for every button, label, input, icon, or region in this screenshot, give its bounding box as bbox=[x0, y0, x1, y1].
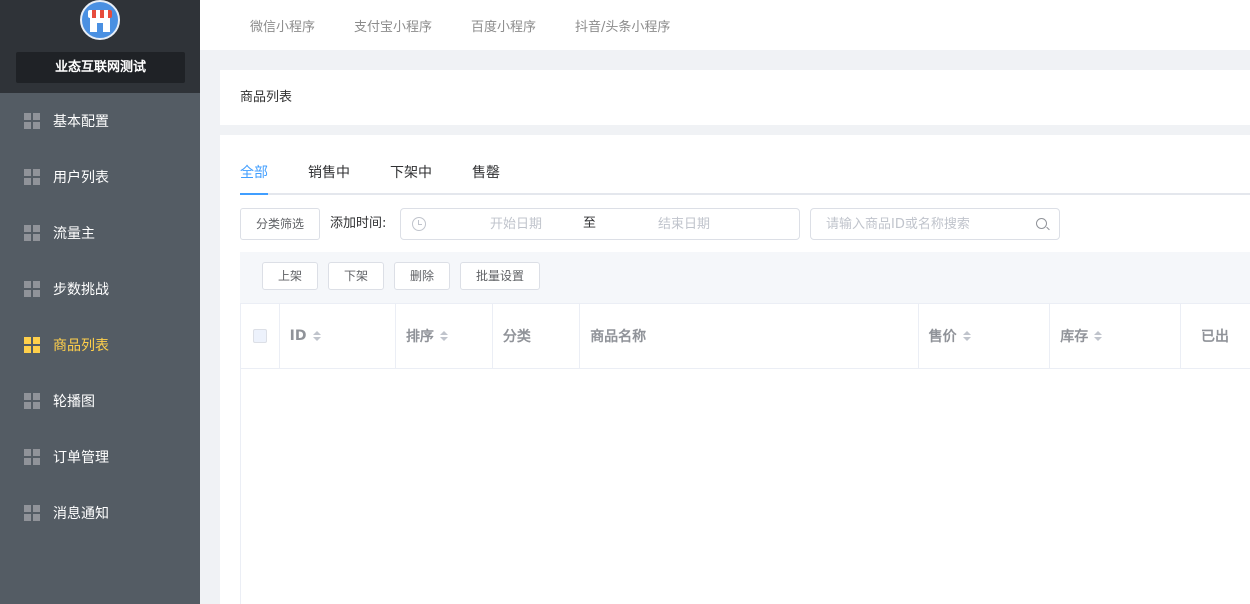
date-range-picker[interactable]: 至 bbox=[400, 208, 800, 240]
product-list-panel: 全部 销售中 下架中 售罄 分类筛选 添加时间: 至 上架 下架 删除 批量设置 bbox=[220, 135, 1250, 604]
grid-icon bbox=[24, 505, 40, 521]
product-table: ID 排序 分类 商品名称 售价 库存 已出 bbox=[240, 303, 1250, 604]
sidebar-item-label: 步数挑战 bbox=[53, 282, 109, 298]
tab-sold-out[interactable]: 售罄 bbox=[472, 153, 500, 193]
tab-all[interactable]: 全部 bbox=[240, 153, 268, 195]
sidebar-item-label: 轮播图 bbox=[53, 394, 95, 410]
sidebar-item-label: 基本配置 bbox=[53, 114, 109, 130]
sidebar-item-label: 订单管理 bbox=[53, 450, 109, 466]
column-header-category: 分类 bbox=[493, 304, 581, 368]
tab-off-shelf[interactable]: 下架中 bbox=[390, 153, 432, 193]
sidebar-header: 业态互联网测试 bbox=[0, 0, 200, 93]
sort-icon[interactable] bbox=[962, 331, 971, 341]
sidebar-item-label: 商品列表 bbox=[53, 338, 109, 354]
clock-icon bbox=[412, 217, 426, 231]
column-label: ID bbox=[289, 328, 307, 344]
column-header-sold: 已出 bbox=[1181, 304, 1250, 368]
category-filter-button[interactable]: 分类筛选 bbox=[240, 208, 320, 240]
add-time-label: 添加时间: bbox=[330, 216, 387, 231]
tab-douyin-miniprogram[interactable]: 抖音/头条小程序 bbox=[575, 16, 670, 35]
column-label: 已出 bbox=[1201, 329, 1230, 345]
sidebar-item-label: 消息通知 bbox=[53, 506, 109, 522]
search-box bbox=[810, 208, 1060, 240]
sidebar-item-label: 用户列表 bbox=[53, 170, 109, 186]
sidebar-item-product-list[interactable]: 商品列表 bbox=[0, 317, 200, 373]
column-header-stock[interactable]: 库存 bbox=[1050, 304, 1182, 368]
store-logo-icon bbox=[80, 0, 120, 40]
sidebar-item-basic-config[interactable]: 基本配置 bbox=[0, 93, 200, 149]
column-label: 售价 bbox=[928, 329, 957, 345]
sidebar-item-step-challenge[interactable]: 步数挑战 bbox=[0, 261, 200, 317]
batch-action-bar: 上架 下架 删除 批量设置 bbox=[240, 252, 1250, 303]
platform-tabs: 微信小程序 支付宝小程序 百度小程序 抖音/头条小程序 bbox=[200, 0, 1250, 50]
page-title: 商品列表 bbox=[240, 90, 293, 105]
column-label: 排序 bbox=[405, 329, 434, 345]
sidebar-item-user-list[interactable]: 用户列表 bbox=[0, 149, 200, 205]
sidebar: 业态互联网测试 基本配置 用户列表 流量主 步数挑战 商品列表 轮播图 订单管理… bbox=[0, 0, 200, 604]
column-header-sort-order[interactable]: 排序 bbox=[396, 304, 493, 368]
sidebar-item-carousel[interactable]: 轮播图 bbox=[0, 373, 200, 429]
column-header-price[interactable]: 售价 bbox=[919, 304, 1051, 368]
sidebar-item-notifications[interactable]: 消息通知 bbox=[0, 485, 200, 541]
filter-bar: 分类筛选 添加时间: 至 bbox=[240, 195, 1250, 250]
column-label: 库存 bbox=[1060, 329, 1089, 345]
sidebar-item-label: 流量主 bbox=[53, 226, 95, 242]
select-all-checkbox[interactable] bbox=[252, 329, 267, 343]
sidebar-nav: 基本配置 用户列表 流量主 步数挑战 商品列表 轮播图 订单管理 消息通知 bbox=[0, 93, 200, 541]
grid-icon bbox=[24, 113, 40, 129]
grid-icon bbox=[24, 281, 40, 297]
search-icon[interactable] bbox=[1036, 218, 1047, 229]
grid-icon bbox=[24, 337, 40, 353]
start-date-input[interactable] bbox=[441, 209, 591, 239]
page-header: 商品列表 bbox=[220, 70, 1250, 125]
sort-icon[interactable] bbox=[1094, 331, 1103, 341]
off-shelf-button[interactable]: 下架 bbox=[328, 262, 384, 290]
on-shelf-button[interactable]: 上架 bbox=[262, 262, 318, 290]
column-header-product-name: 商品名称 bbox=[580, 304, 919, 368]
column-label: 商品名称 bbox=[590, 329, 647, 345]
tab-alipay-miniprogram[interactable]: 支付宝小程序 bbox=[354, 16, 432, 35]
tab-on-sale[interactable]: 销售中 bbox=[308, 153, 350, 193]
tab-wechat-miniprogram[interactable]: 微信小程序 bbox=[250, 16, 315, 35]
grid-icon bbox=[24, 169, 40, 185]
sort-icon[interactable] bbox=[439, 331, 448, 341]
range-separator: 至 bbox=[583, 216, 597, 231]
grid-icon bbox=[24, 225, 40, 241]
grid-icon bbox=[24, 449, 40, 465]
select-all-cell bbox=[241, 304, 280, 368]
sidebar-item-order-management[interactable]: 订单管理 bbox=[0, 429, 200, 485]
search-input[interactable] bbox=[826, 209, 1036, 239]
delete-button[interactable]: 删除 bbox=[394, 262, 450, 290]
status-tabs: 全部 销售中 下架中 售罄 bbox=[240, 135, 1250, 195]
table-header: ID 排序 分类 商品名称 售价 库存 已出 bbox=[241, 304, 1250, 369]
batch-settings-button[interactable]: 批量设置 bbox=[460, 262, 540, 290]
column-header-id[interactable]: ID bbox=[280, 304, 396, 368]
end-date-input[interactable] bbox=[609, 209, 759, 239]
sidebar-item-traffic-owner[interactable]: 流量主 bbox=[0, 205, 200, 261]
column-label: 分类 bbox=[502, 329, 531, 345]
tab-baidu-miniprogram[interactable]: 百度小程序 bbox=[471, 16, 536, 35]
sort-icon[interactable] bbox=[312, 331, 321, 341]
grid-icon bbox=[24, 393, 40, 409]
shop-name: 业态互联网测试 bbox=[16, 52, 185, 83]
